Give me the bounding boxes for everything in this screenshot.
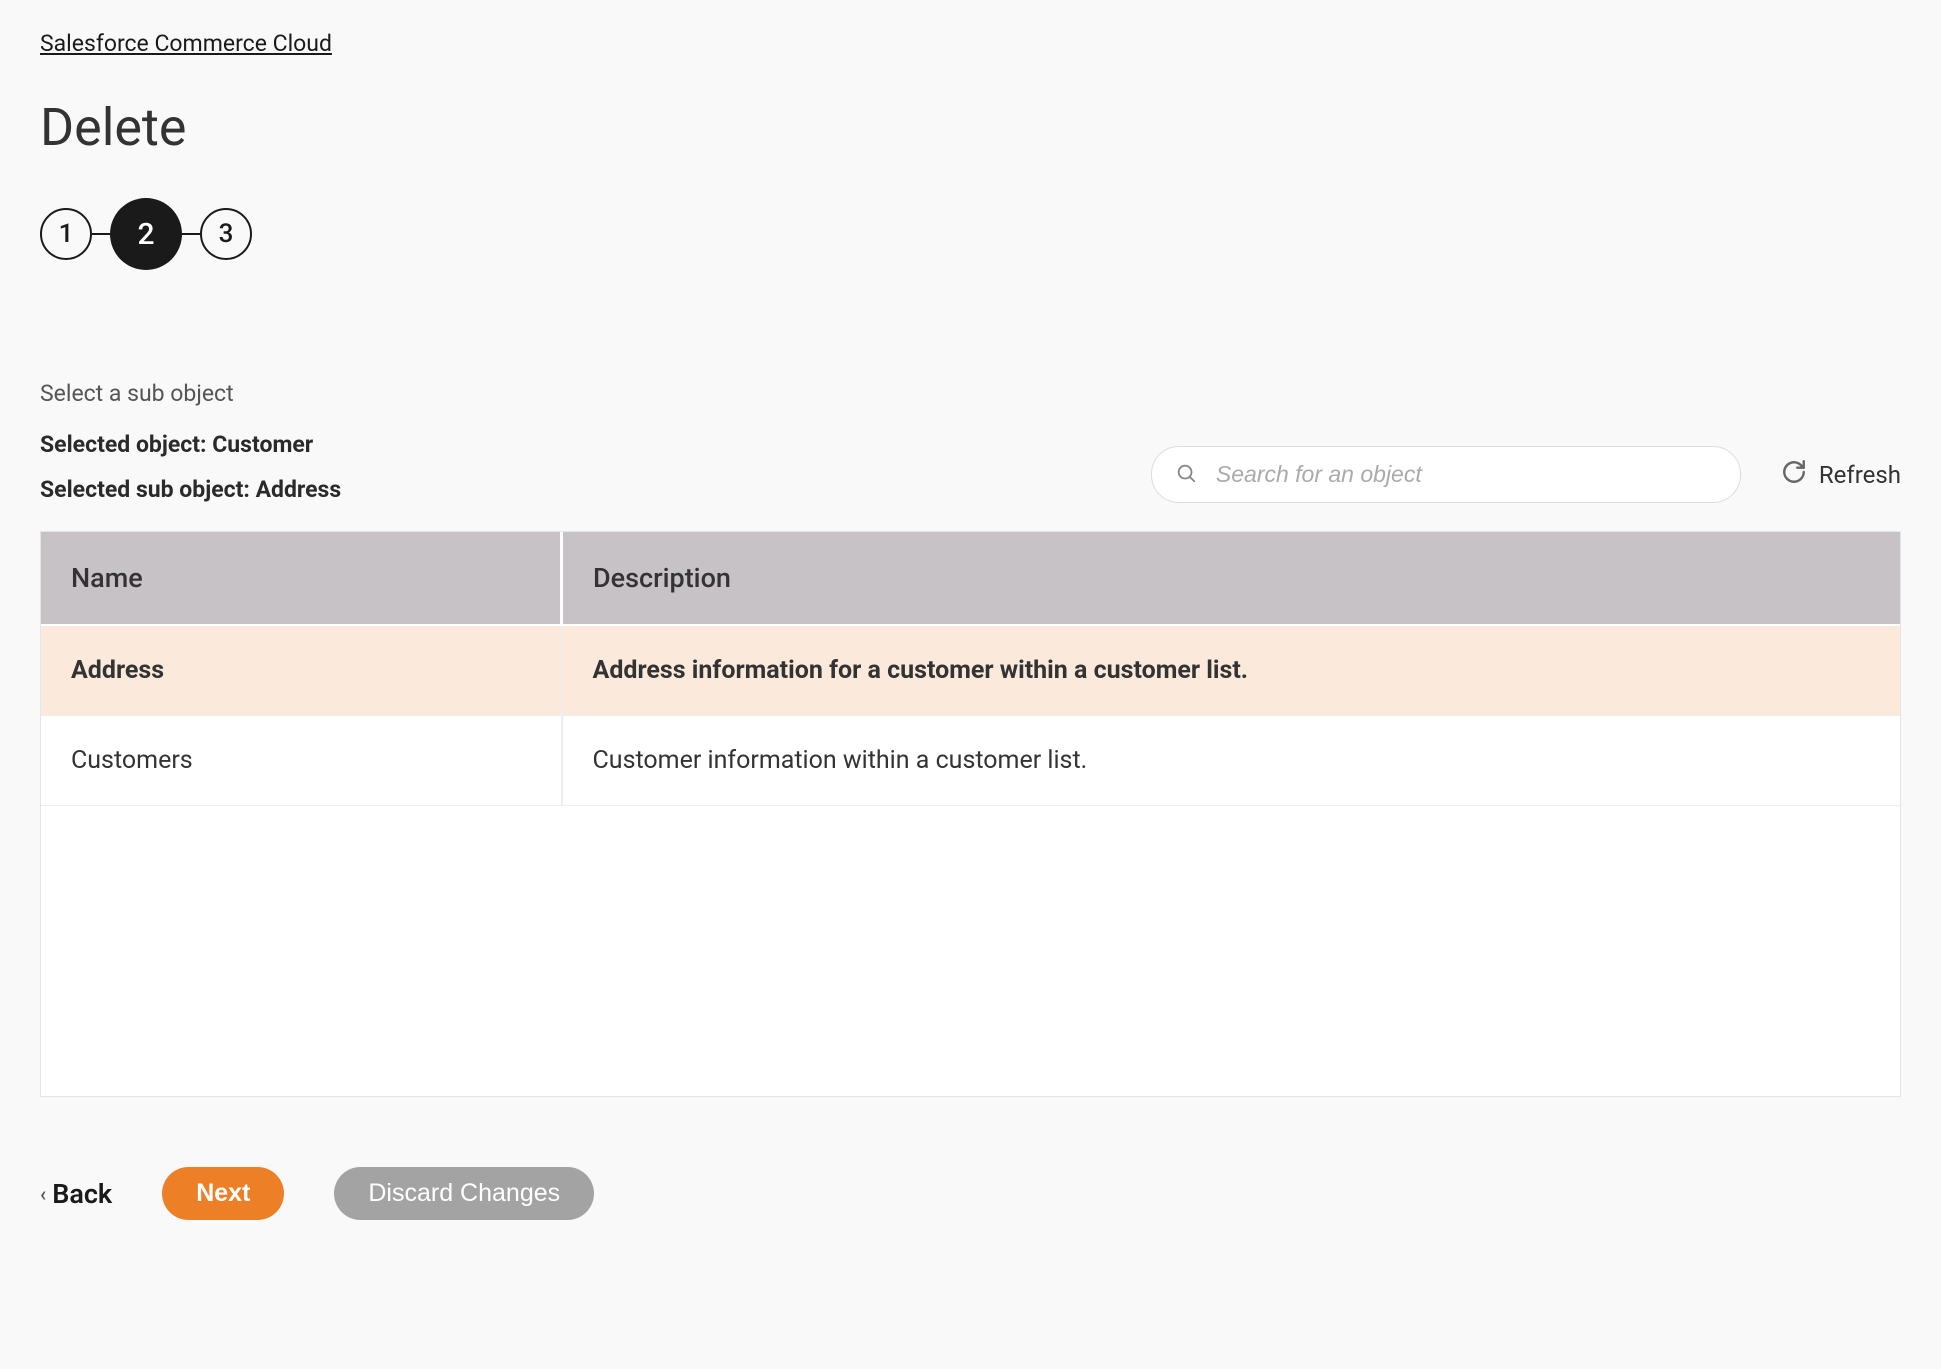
step-connector (92, 233, 110, 235)
back-label: Back (52, 1178, 112, 1210)
chevron-left-icon: ‹ (40, 1182, 46, 1206)
page-title: Delete (40, 97, 1901, 158)
step-3[interactable]: 3 (200, 208, 252, 260)
table-row[interactable]: Address Address information for a custom… (41, 625, 1900, 716)
object-table: Name Description Address Address informa… (40, 531, 1901, 1097)
back-button[interactable]: ‹ Back (40, 1178, 112, 1210)
refresh-label: Refresh (1819, 461, 1901, 489)
cell-description: Customer information within a customer l… (562, 716, 1900, 806)
selected-object-label: Selected object: Customer (40, 431, 341, 458)
search-icon (1175, 462, 1197, 488)
step-2[interactable]: 2 (110, 198, 182, 270)
column-header-name[interactable]: Name (41, 532, 562, 625)
breadcrumb-link[interactable]: Salesforce Commerce Cloud (40, 30, 332, 57)
cell-name: Address (41, 625, 562, 716)
step-connector (182, 233, 200, 235)
cell-description: Address information for a customer withi… (562, 625, 1900, 716)
table-empty-space (41, 806, 1900, 1096)
prompt-text: Select a sub object (40, 380, 1901, 407)
next-button[interactable]: Next (162, 1167, 284, 1220)
refresh-icon (1781, 459, 1807, 491)
stepper: 1 2 3 (40, 198, 1901, 270)
selected-sub-object-label: Selected sub object: Address (40, 476, 341, 503)
table-row[interactable]: Customers Customer information within a … (41, 716, 1900, 806)
refresh-button[interactable]: Refresh (1781, 459, 1901, 491)
cell-name: Customers (41, 716, 562, 806)
step-1[interactable]: 1 (40, 208, 92, 260)
discard-changes-button[interactable]: Discard Changes (334, 1167, 594, 1220)
search-input[interactable] (1151, 446, 1741, 503)
column-header-description[interactable]: Description (562, 532, 1900, 625)
